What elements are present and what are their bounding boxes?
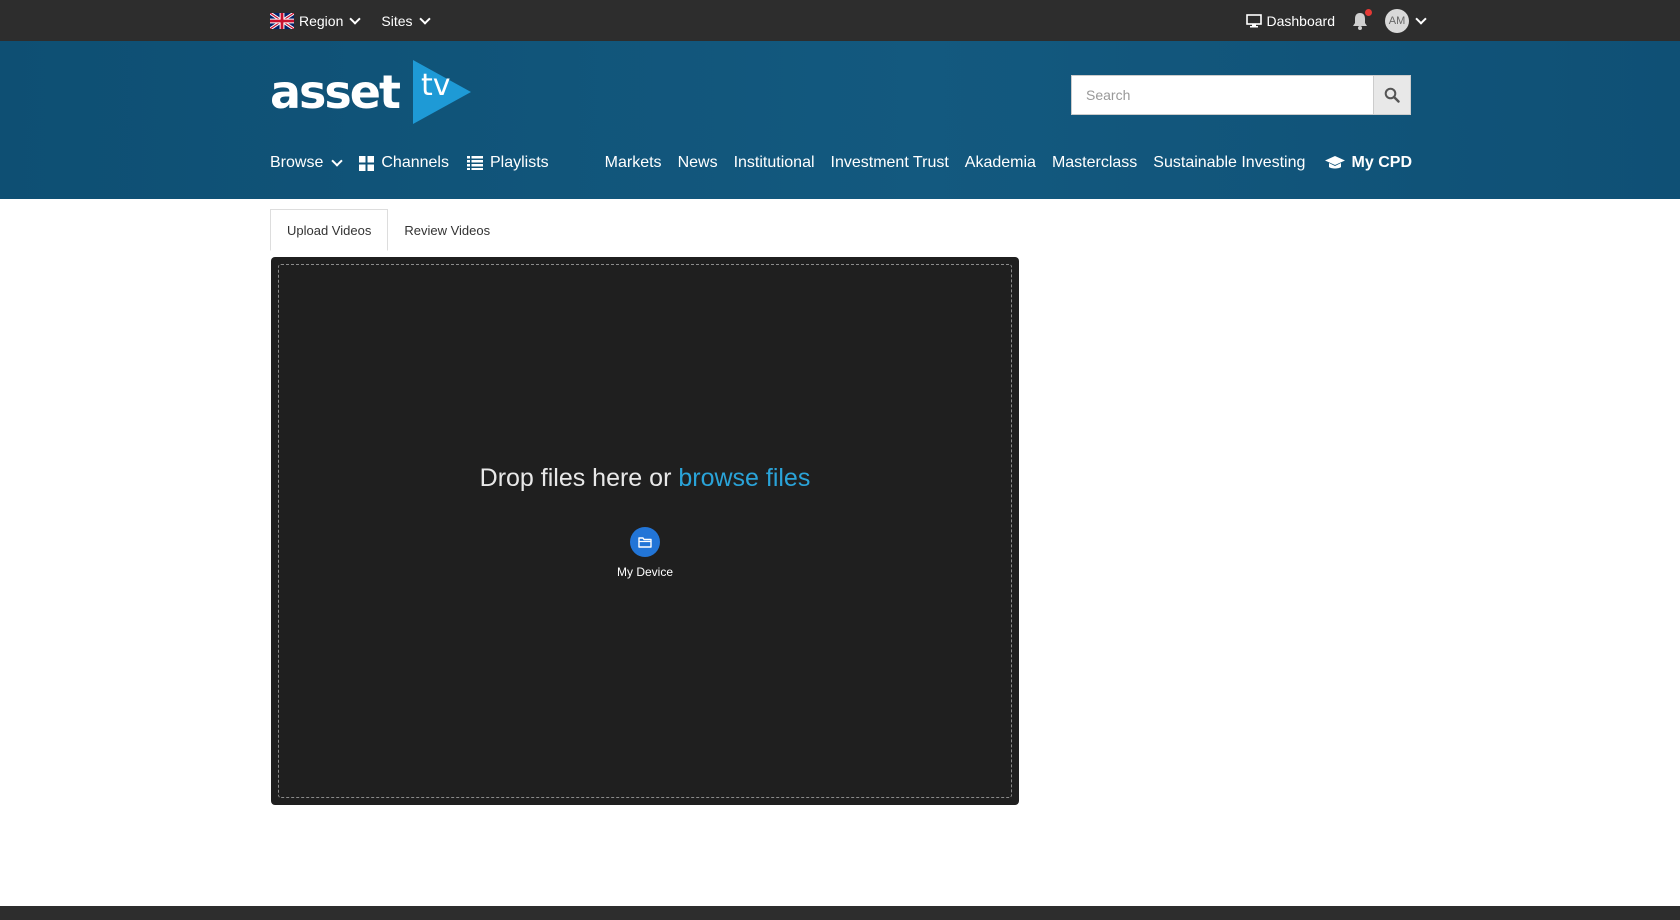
notifications-button[interactable] — [1351, 8, 1372, 31]
playlists-link[interactable]: Playlists — [466, 154, 549, 172]
topbar-right: Dashboard AM — [1245, 0, 1427, 41]
nav-link-news[interactable]: News — [678, 154, 718, 172]
drop-instructions: Drop files here or browse files — [271, 464, 1019, 493]
chevron-down-icon — [331, 155, 344, 167]
tab-upload-videos[interactable]: Upload Videos — [270, 209, 389, 251]
my-device-button[interactable]: My Device — [617, 527, 673, 579]
browse-files-link[interactable]: browse files — [678, 464, 810, 492]
nav-link-institutional[interactable]: Institutional — [734, 154, 815, 172]
playlists-label: Playlists — [489, 154, 549, 171]
avatar: AM — [1385, 8, 1409, 33]
search-bar — [1071, 75, 1411, 115]
graduation-cap-icon — [1324, 156, 1345, 169]
main-nav: Browse Channels Playlists Markets News I… — [270, 145, 1412, 181]
search-icon — [1384, 87, 1400, 103]
topbar-left: Region Sites — [270, 0, 431, 41]
search-input[interactable] — [1071, 75, 1373, 115]
footer-strip — [0, 906, 1680, 920]
chevron-down-icon — [418, 12, 431, 25]
my-cpd-link[interactable]: My CPD — [1324, 154, 1412, 172]
top-utility-bar: Region Sites Dashboard AM — [0, 0, 1680, 41]
grid-icon — [359, 155, 375, 171]
site-logo[interactable]: asset tv — [270, 59, 471, 125]
brand-header: asset tv Browse — [0, 41, 1680, 199]
nav-link-masterclass[interactable]: Masterclass — [1052, 154, 1137, 172]
nav-link-investment-trust[interactable]: Investment Trust — [831, 154, 949, 172]
folder-icon — [638, 537, 652, 548]
drop-text: Drop files here or — [479, 464, 672, 492]
file-dropzone[interactable]: Drop files here or browse files My Devic… — [271, 257, 1019, 805]
monitor-icon — [1245, 13, 1262, 27]
uk-flag-icon — [270, 12, 294, 29]
dashboard-label: Dashboard — [1266, 12, 1336, 29]
my-device-label: My Device — [616, 565, 674, 579]
logo-play-icon: tv — [413, 60, 471, 124]
dashboard-link[interactable]: Dashboard — [1245, 12, 1336, 29]
nav-link-markets[interactable]: Markets — [605, 154, 662, 172]
sites-dropdown[interactable]: Sites — [381, 12, 431, 29]
browse-label: Browse — [270, 154, 324, 171]
search-button[interactable] — [1373, 75, 1411, 115]
logo-wordmark: asset — [270, 65, 401, 119]
list-icon — [466, 156, 483, 170]
upload-tabs: Upload Videos Review Videos — [270, 209, 506, 251]
channels-label: Channels — [381, 154, 449, 171]
region-label: Region — [299, 12, 344, 29]
nav-sections: Markets News Institutional Investment Tr… — [605, 154, 1306, 172]
browse-dropdown[interactable]: Browse — [270, 154, 344, 172]
nav-link-akademia[interactable]: Akademia — [965, 154, 1036, 172]
device-icon-circle — [629, 527, 660, 557]
region-dropdown[interactable]: Region — [270, 12, 362, 29]
nav-link-sustainable-investing[interactable]: Sustainable Investing — [1153, 154, 1305, 172]
sites-label: Sites — [381, 12, 413, 29]
my-cpd-label: My CPD — [1351, 154, 1412, 171]
logo-tv-text: tv — [421, 68, 451, 103]
chevron-down-icon — [1415, 12, 1427, 25]
user-menu[interactable]: AM — [1385, 8, 1427, 33]
nav-primary: Browse Channels Playlists — [270, 154, 549, 172]
channels-link[interactable]: Channels — [359, 154, 449, 172]
notification-dot — [1365, 8, 1372, 16]
chevron-down-icon — [349, 12, 362, 25]
tab-review-videos[interactable]: Review Videos — [388, 209, 506, 251]
